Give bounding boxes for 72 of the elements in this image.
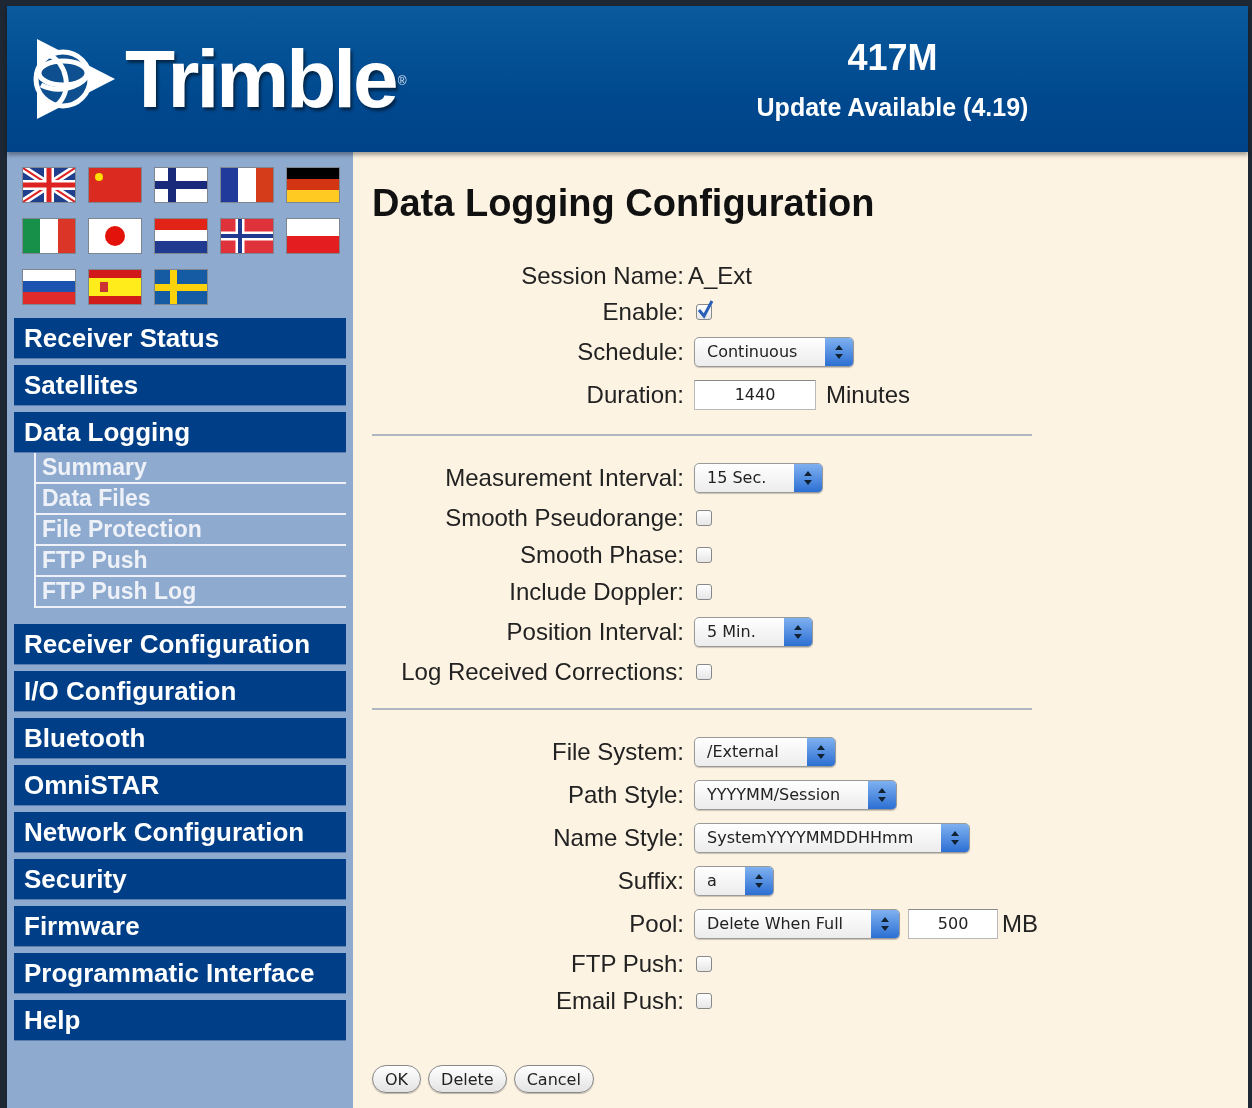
form-button[interactable]: Delete [428, 1065, 507, 1093]
unit-label: MB [1002, 909, 1039, 938]
nav-item[interactable]: Programmatic Interface [14, 953, 346, 994]
input-field[interactable]: 500 [908, 908, 999, 939]
dropdown[interactable]: 15 Sec. [694, 462, 824, 493]
stepper-arrows-icon[interactable] [794, 463, 823, 492]
model-name: 417M [847, 36, 938, 79]
checkbox[interactable] [696, 583, 712, 600]
field-label: Log Received Corrections: [400, 659, 684, 684]
form-button[interactable]: Cancel [513, 1065, 594, 1093]
checkbox[interactable] [696, 955, 712, 972]
flag-icon[interactable] [155, 219, 207, 253]
checkbox[interactable] [696, 509, 712, 526]
checkbox[interactable] [696, 546, 712, 563]
nav-item[interactable]: Firmware [14, 906, 346, 947]
dropdown[interactable]: /External [694, 736, 836, 767]
field-label: Position Interval: [505, 619, 684, 644]
field-label: Session Name: [520, 264, 684, 288]
field-label: Include Doppler: [508, 579, 684, 604]
stepper-arrows-icon[interactable] [806, 737, 835, 766]
checkbox[interactable] [696, 303, 712, 320]
stepper-arrows-icon[interactable] [941, 823, 970, 852]
field-label: File System: [550, 739, 684, 764]
input-field[interactable]: 1440 [694, 379, 816, 410]
nav-item[interactable]: Satellites [14, 365, 346, 406]
field-label: Email Push: [554, 988, 684, 1013]
logo-text: Trimble [125, 32, 396, 126]
field-label: Schedule: [576, 339, 684, 364]
field-label: Name Style: [552, 825, 684, 850]
dropdown[interactable]: SystemYYYYMMDDHHmm [694, 822, 971, 853]
registered-mark: ® [397, 74, 407, 88]
stepper-arrows-icon[interactable] [825, 337, 854, 366]
stepper-arrows-icon[interactable] [868, 780, 897, 809]
field-value: A_Ext [688, 262, 753, 290]
nav-item[interactable]: Security [14, 859, 346, 900]
nav-item[interactable]: Receiver Configuration [14, 624, 346, 665]
stepper-arrows-icon[interactable] [744, 866, 773, 895]
nav-item[interactable]: I/O Configuration [14, 671, 346, 712]
dropdown[interactable]: a [694, 865, 774, 896]
flag-icon[interactable] [287, 168, 339, 202]
stepper-arrows-icon[interactable] [871, 909, 900, 938]
flag-icon[interactable] [221, 219, 273, 253]
flag-icon[interactable] [221, 168, 273, 202]
nav-item[interactable]: Data Logging [14, 412, 346, 453]
field-label: Suffix: [616, 868, 684, 893]
flag-icon[interactable] [155, 168, 207, 202]
nav-item[interactable]: Help [14, 1000, 346, 1041]
field-label: Smooth Pseudorange: [444, 505, 684, 530]
dropdown[interactable]: Delete When Full [694, 908, 901, 939]
dropdown[interactable]: YYYYMM/Session [694, 779, 898, 810]
page-title: Data Logging Configuration [372, 182, 876, 225]
field-label: Enable: [601, 299, 684, 324]
nav-item[interactable]: OmniSTAR [14, 765, 346, 806]
field-label: FTP Push: [570, 951, 684, 976]
field-label: Path Style: [566, 782, 684, 807]
flag-icon[interactable] [23, 270, 75, 304]
form-button[interactable]: OK [372, 1065, 422, 1093]
field-label: Measurement Interval: [444, 465, 684, 490]
nav-item[interactable]: Receiver Status [14, 318, 346, 359]
field-label: Duration: [585, 382, 684, 407]
dropdown[interactable]: 5 Min. [694, 616, 813, 647]
unit-label: Minutes [826, 380, 911, 409]
field-label: Smooth Phase: [518, 542, 684, 567]
checkbox[interactable] [696, 992, 712, 1009]
checkbox[interactable] [696, 663, 712, 680]
dropdown[interactable]: Continuous [694, 336, 855, 367]
nav-item[interactable]: Bluetooth [14, 718, 346, 759]
update-notice: Update Available (4.19) [756, 92, 1029, 122]
nav-item[interactable]: Network Configuration [14, 812, 346, 853]
field-label: Pool: [628, 911, 684, 936]
stepper-arrows-icon[interactable] [783, 617, 812, 646]
flag-icon[interactable] [23, 168, 75, 202]
